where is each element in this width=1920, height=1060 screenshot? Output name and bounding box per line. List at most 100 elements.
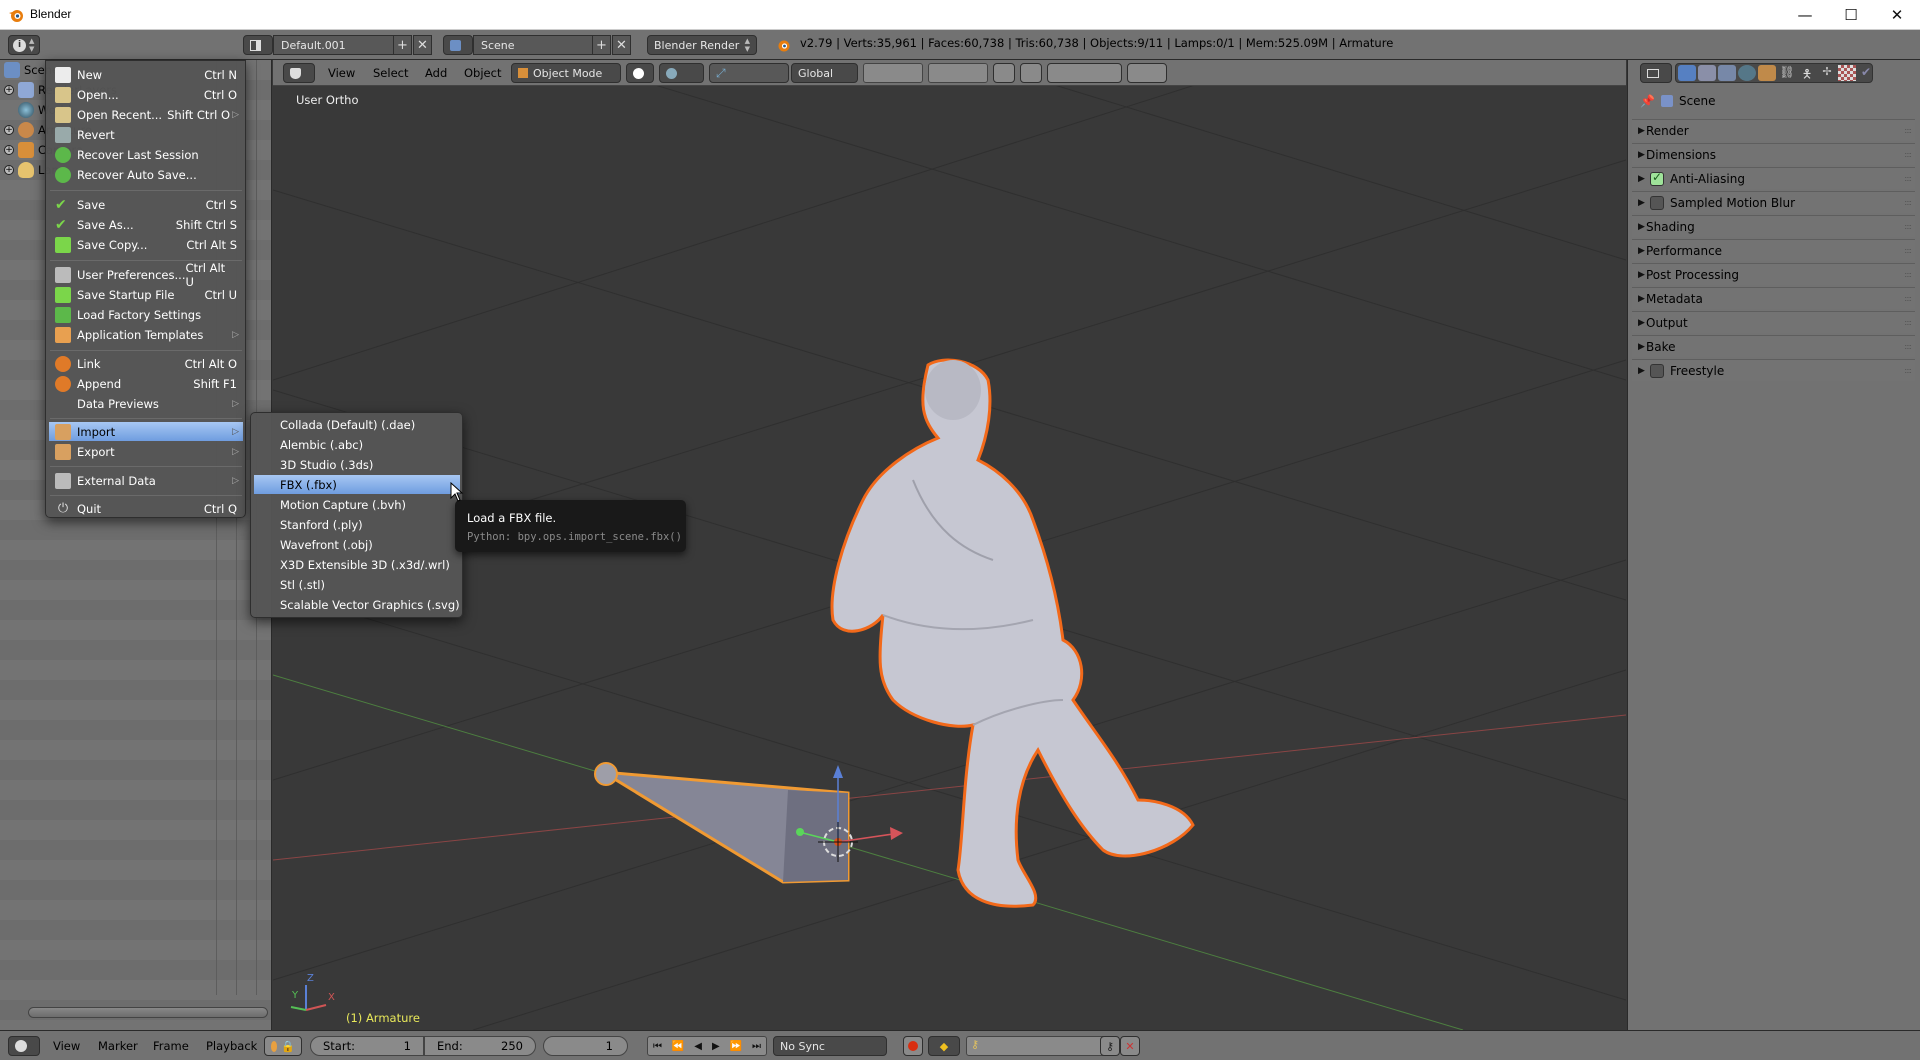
anti-aliasing-checkbox[interactable] — [1650, 170, 1664, 186]
editor-type-selector[interactable]: i ▲ ▼ — [8, 35, 40, 55]
menu-item-external-data[interactable]: External Data ▷ — [49, 471, 243, 490]
drag-grip-icon[interactable]: :::: — [1904, 174, 1912, 183]
drag-grip-icon[interactable]: :::: — [1904, 342, 1912, 351]
drag-grip-icon[interactable]: :::: — [1904, 150, 1912, 159]
import-stl[interactable]: Stl (.stl) — [254, 575, 460, 594]
lock-camera-button[interactable] — [993, 63, 1015, 83]
pin-icon[interactable]: 📌 — [1640, 94, 1655, 108]
screen-layout-icon-button[interactable] — [243, 35, 273, 55]
panel-bake[interactable]: ▶ Bake:::: — [1632, 335, 1915, 357]
drag-grip-icon[interactable]: :::: — [1904, 366, 1912, 375]
object-menu[interactable]: Object — [464, 66, 501, 80]
drag-grip-icon[interactable]: :::: — [1904, 198, 1912, 207]
jump-start-icon[interactable]: ⏮ — [653, 1041, 662, 1052]
mode-dropdown[interactable]: Object Mode — [511, 63, 621, 83]
expand-icon[interactable]: + — [4, 85, 14, 95]
import-obj[interactable]: Wavefront (.obj) — [254, 535, 460, 554]
panel-anti-aliasing[interactable]: ▶ Anti-Aliasing:::: — [1632, 167, 1915, 189]
render-buttons[interactable] — [1127, 63, 1167, 83]
import-alembic[interactable]: Alembic (.abc) — [254, 435, 460, 454]
proportional-edit-button[interactable] — [1020, 63, 1042, 83]
expand-icon[interactable]: + — [4, 125, 14, 135]
insert-keyframe-button[interactable]: ⚷ — [1100, 1036, 1120, 1056]
menu-item-new[interactable]: New Ctrl N — [49, 65, 243, 84]
drag-grip-icon[interactable]: :::: — [1904, 246, 1912, 255]
layer-buttons-2[interactable] — [928, 63, 988, 83]
scene-icon-button[interactable] — [443, 35, 473, 55]
menu-item-quit[interactable]: ⏻ Quit Ctrl Q — [49, 499, 243, 518]
play-reverse-icon[interactable]: ◀ — [694, 1041, 702, 1052]
menu-item-load-factory-settings[interactable]: Load Factory Settings — [49, 305, 243, 324]
freestyle-checkbox[interactable] — [1650, 363, 1664, 378]
menu-item-recover-last-session[interactable]: Recover Last Session — [49, 145, 243, 164]
select-menu[interactable]: Select — [373, 66, 408, 80]
menu-item-open-recent[interactable]: Open Recent... Shift Ctrl O ▷ — [49, 105, 243, 124]
world-tab-icon[interactable] — [1738, 65, 1756, 81]
timeline-playback-menu[interactable]: Playback — [206, 1039, 257, 1053]
layer-buttons-1[interactable] — [863, 63, 923, 83]
start-frame-field[interactable]: Start: 1 — [310, 1036, 424, 1056]
drag-grip-icon[interactable]: :::: — [1904, 294, 1912, 303]
menu-item-recover-auto-save[interactable]: Recover Auto Save... — [49, 165, 243, 184]
expand-icon[interactable]: + — [4, 145, 14, 155]
editor-type-selector[interactable] — [283, 63, 315, 83]
menu-item-save-copy[interactable]: Save Copy... Ctrl Alt S — [49, 235, 243, 254]
view-menu[interactable]: View — [328, 66, 355, 80]
drag-grip-icon[interactable]: :::: — [1904, 270, 1912, 279]
menu-item-open[interactable]: Open... Ctrl O — [49, 85, 243, 104]
timeline-marker-menu[interactable]: Marker — [98, 1039, 138, 1053]
panel-metadata[interactable]: ▶ Metadata:::: — [1632, 287, 1915, 309]
close-window-button[interactable]: ✕ — [1874, 0, 1920, 30]
editor-type-selector[interactable] — [8, 1036, 40, 1056]
render-tab-icon[interactable] — [1678, 65, 1696, 81]
delete-keyframe-button[interactable]: ✕ — [1120, 1036, 1140, 1056]
remove-screen-button[interactable]: ✕ — [413, 35, 432, 55]
menu-item-save-startup-file[interactable]: Save Startup File Ctrl U — [49, 285, 243, 304]
add-scene-button[interactable]: + — [592, 35, 611, 55]
panel-post-processing[interactable]: ▶ Post Processing:::: — [1632, 263, 1915, 285]
manipulator-toggles[interactable]: ⤢ — [709, 63, 789, 83]
preview-range-toggles[interactable]: 🔒 — [264, 1036, 302, 1056]
expand-icon[interactable]: + — [4, 165, 14, 175]
end-frame-field[interactable]: End: 250 — [424, 1036, 536, 1056]
jump-end-icon[interactable]: ⏭ — [752, 1041, 761, 1052]
import-bvh[interactable]: Motion Capture (.bvh) — [254, 495, 460, 514]
scene-tab-icon[interactable] — [1718, 65, 1736, 81]
menu-item-import[interactable]: Import ▷ — [49, 422, 243, 441]
import-collada[interactable]: Collada (Default) (.dae) — [254, 415, 460, 434]
pivot-dropdown[interactable] — [659, 63, 704, 83]
panel-output[interactable]: ▶ Output:::: — [1632, 311, 1915, 333]
import-svg[interactable]: Scalable Vector Graphics (.svg) — [254, 595, 460, 614]
texture-tab-icon[interactable] — [1838, 65, 1856, 81]
panel-performance[interactable]: ▶ Performance:::: — [1632, 239, 1915, 261]
next-keyframe-icon[interactable]: ⏩ — [730, 1041, 742, 1052]
import-3ds[interactable]: 3D Studio (.3ds) — [254, 455, 460, 474]
play-icon[interactable]: ▶ — [712, 1041, 720, 1052]
import-fbx[interactable]: FBX (.fbx) — [254, 475, 460, 494]
import-ply[interactable]: Stanford (.ply) — [254, 515, 460, 534]
panel-render[interactable]: ▶ Render:::: — [1632, 119, 1915, 141]
menu-item-append[interactable]: Append Shift F1 — [49, 374, 243, 393]
panel-dimensions[interactable]: ▶ Dimensions:::: — [1632, 143, 1915, 165]
menu-item-revert[interactable]: Revert — [49, 125, 243, 144]
maximize-button[interactable]: ☐ — [1828, 0, 1874, 30]
auto-keyframe-button[interactable] — [903, 1036, 923, 1056]
keying-set-field[interactable]: ⚷ — [966, 1036, 1106, 1056]
horizontal-scrollbar[interactable] — [28, 1007, 268, 1018]
armature-data-tab-icon[interactable]: 🯅 — [1798, 65, 1816, 81]
editor-type-selector[interactable] — [1640, 63, 1672, 83]
screen-layout-field[interactable]: Default.001 — [273, 35, 398, 55]
orientation-dropdown[interactable]: Global — [791, 63, 858, 83]
menu-item-save-as[interactable]: ✔ Save As... Shift Ctrl S — [49, 215, 243, 234]
render-layers-tab-icon[interactable] — [1698, 65, 1716, 81]
shading-dropdown[interactable] — [626, 63, 654, 83]
panel-shading[interactable]: ▶ Shading:::: — [1632, 215, 1915, 237]
keying-mode-dropdown[interactable]: ◆ — [928, 1036, 960, 1056]
render-engine-dropdown[interactable]: Blender Render ▲ ▼ — [647, 35, 757, 55]
drag-grip-icon[interactable]: :::: — [1904, 126, 1912, 135]
menu-item-save[interactable]: ✔ Save Ctrl S — [49, 195, 243, 214]
constraints-tab-icon[interactable]: ⛓ — [1778, 65, 1796, 81]
add-menu[interactable]: Add — [425, 66, 447, 80]
motion-blur-checkbox[interactable] — [1650, 195, 1664, 210]
timeline-frame-menu[interactable]: Frame — [153, 1039, 189, 1053]
